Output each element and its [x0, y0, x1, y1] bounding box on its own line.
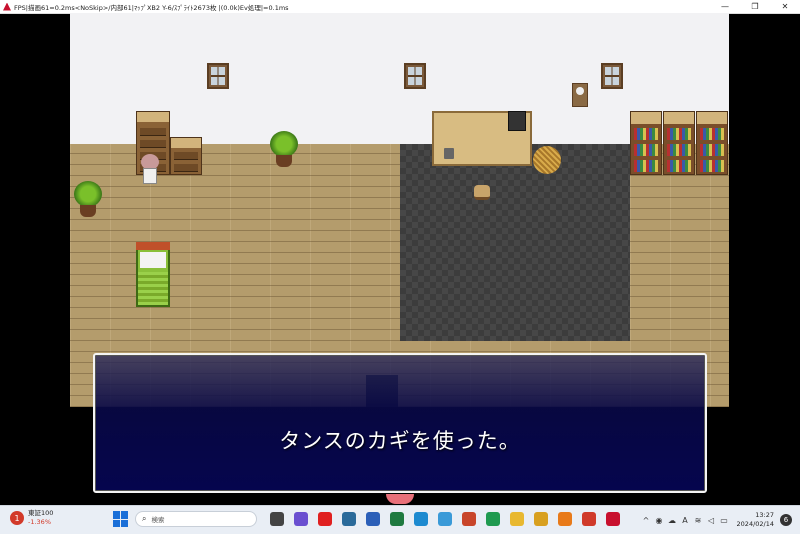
stock-change: -1.36% — [28, 518, 51, 526]
minimize-button[interactable]: — — [710, 0, 740, 13]
rpg-maker-app-icon[interactable] — [606, 512, 620, 526]
pinned-apps — [265, 512, 625, 526]
close-button[interactable]: ✕ — [770, 0, 800, 13]
taskbar-apps: ⌕ 検索 — [113, 511, 625, 527]
taskbar: 1 東証100 -1.36% ⌕ 検索 ^ ◉ ☁ A ≋ ◁ ▭ 13:27 … — [0, 505, 800, 534]
window-controls: — ❐ ✕ — [710, 0, 800, 13]
chat-app-icon[interactable] — [294, 512, 308, 526]
stool — [474, 185, 490, 200]
system-tray: ^ ◉ ☁ A ≋ ◁ ▭ 13:27 2024/02/14 6 — [640, 506, 800, 534]
folder-app-icon[interactable] — [510, 512, 524, 526]
network-app-icon[interactable]: ◉ — [655, 516, 664, 525]
stock-alert-icon: 1 — [10, 511, 24, 525]
stock-name: 東証100 — [28, 509, 54, 517]
app-icon — [3, 2, 11, 11]
wall-window — [404, 63, 426, 89]
low-dresser — [170, 137, 202, 175]
message-text: タンスのカギを使った。 — [279, 429, 521, 453]
maximize-button[interactable]: ❐ — [740, 0, 770, 13]
clock-time: 13:27 — [755, 511, 774, 519]
gmail-app-icon[interactable] — [582, 512, 596, 526]
game-screen[interactable] — [70, 13, 729, 407]
player-character — [139, 154, 161, 186]
pause-indicator-icon — [386, 494, 414, 504]
bookshelf — [696, 111, 728, 175]
ime-indicator[interactable]: A — [681, 516, 690, 525]
chrome-alt-app-icon[interactable] — [438, 512, 452, 526]
search-icon: ⌕ — [142, 514, 147, 523]
bed — [136, 242, 170, 307]
powerpoint-app-icon[interactable] — [462, 512, 476, 526]
media-app-icon[interactable] — [342, 512, 356, 526]
task-view-app-icon[interactable] — [270, 512, 284, 526]
wall-window — [601, 63, 623, 89]
edge-app-icon[interactable] — [414, 512, 428, 526]
wall-clock — [572, 83, 588, 107]
window-title-bar[interactable]: FPS|描画61=0.2ms<NoSkip>/内部61|ﾏｯﾌﾟXB2 Y-6/… — [0, 0, 800, 14]
bookshelf — [630, 111, 662, 175]
taskbar-search[interactable]: ⌕ 検索 — [135, 511, 257, 527]
bookshelf — [663, 111, 695, 175]
search-placeholder: 検索 — [151, 516, 165, 524]
basket-icon — [533, 146, 561, 174]
clock-date: 2024/02/14 — [736, 520, 774, 528]
computer-icon — [508, 111, 526, 131]
mug-icon — [444, 148, 454, 159]
clock[interactable]: 13:27 2024/02/14 — [737, 511, 774, 529]
window-title: FPS|描画61=0.2ms<NoSkip>/内部61|ﾏｯﾌﾟXB2 Y-6/… — [14, 3, 289, 12]
youtube-app-icon[interactable] — [318, 512, 332, 526]
battery-icon[interactable]: ▭ — [720, 516, 729, 525]
wall-window — [207, 63, 229, 89]
chrome-app-icon[interactable] — [534, 512, 548, 526]
sheets-app-icon[interactable] — [486, 512, 500, 526]
word-app-icon[interactable] — [366, 512, 380, 526]
blender-app-icon[interactable] — [558, 512, 572, 526]
stock-widget[interactable]: 1 東証100 -1.36% — [10, 509, 53, 527]
notification-badge[interactable]: 6 — [780, 514, 792, 526]
cloud-icon[interactable]: ☁ — [668, 516, 677, 525]
start-button[interactable] — [113, 511, 129, 527]
excel-app-icon[interactable] — [390, 512, 404, 526]
message-window[interactable]: タンスのカギを使った。 — [93, 353, 707, 493]
wifi-icon[interactable]: ≋ — [694, 516, 703, 525]
checkered-rug — [400, 144, 630, 341]
chevron-up-icon[interactable]: ^ — [642, 516, 651, 525]
volume-icon[interactable]: ◁ — [707, 516, 716, 525]
